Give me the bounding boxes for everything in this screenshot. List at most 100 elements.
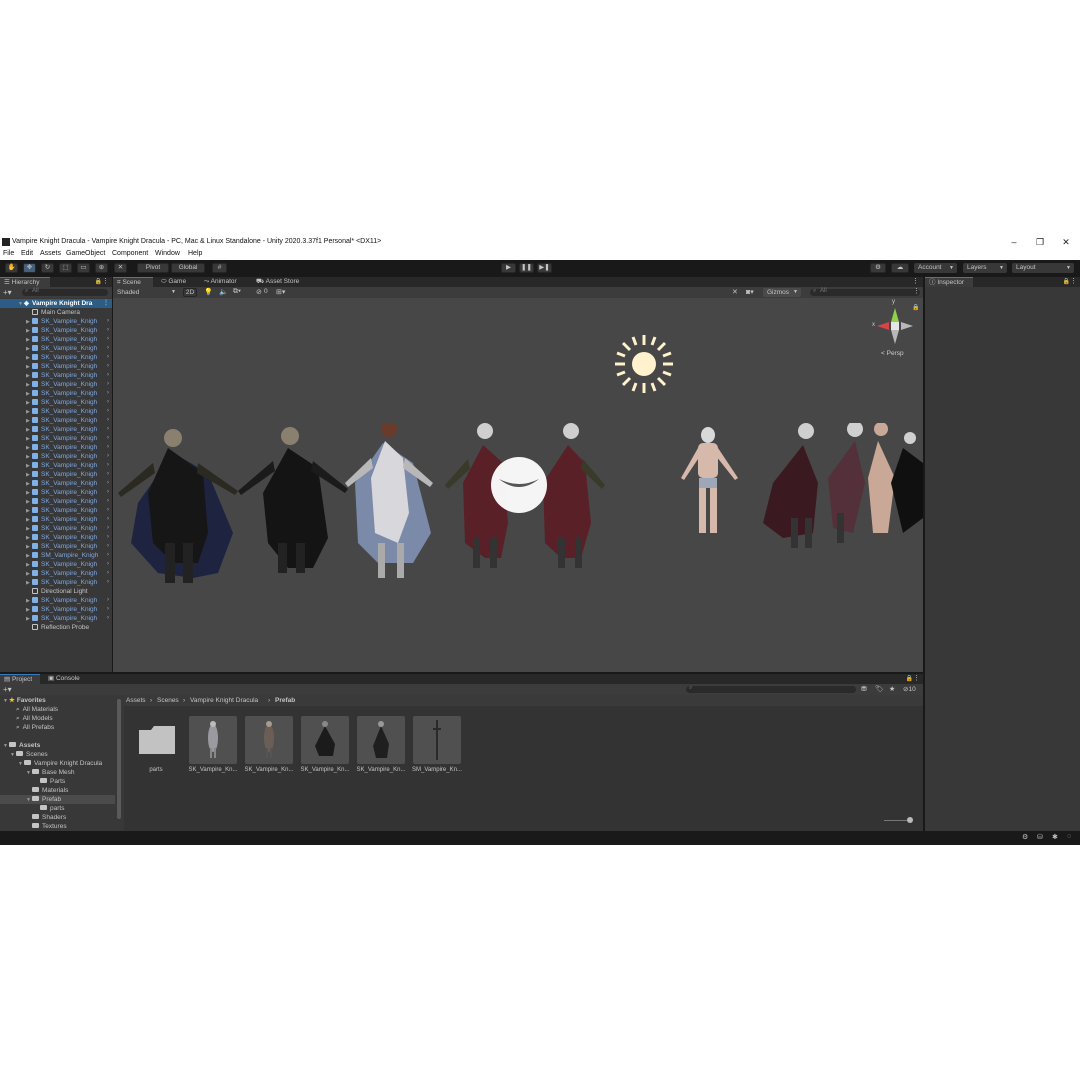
- hierarchy-search-input[interactable]: ⌕ All: [22, 288, 108, 296]
- hierarchy-item[interactable]: ▶ SK_Vampire_Knigh ›: [0, 614, 112, 623]
- hierarchy-item[interactable]: ▶ SK_Vampire_Knigh ›: [0, 560, 112, 569]
- chevron-right-icon[interactable]: ›: [107, 371, 109, 380]
- lock-icon[interactable]: 🔒: [912, 304, 919, 311]
- chevron-right-icon[interactable]: ›: [107, 533, 109, 542]
- chevron-right-icon[interactable]: ›: [107, 353, 109, 362]
- favorite-all-models[interactable]: ⌕ All Models: [16, 714, 53, 723]
- tab-project[interactable]: ▤ Project: [0, 674, 40, 684]
- rect-tool-icon[interactable]: ▭: [77, 263, 90, 273]
- hierarchy-item[interactable]: ▶ SK_Vampire_Knigh ›: [0, 353, 112, 362]
- shading-mode-dropdown[interactable]: Shaded ▼: [113, 288, 179, 297]
- layers-dropdown[interactable]: Layers ▼: [963, 263, 1007, 273]
- chevron-right-icon[interactable]: ›: [107, 326, 109, 335]
- more-menu-icon[interactable]: ⋮: [913, 287, 920, 295]
- scene-viewport[interactable]: y x 🔒 < Persp: [113, 298, 923, 672]
- chevron-right-icon[interactable]: ›: [107, 416, 109, 425]
- breadcrumb-assets[interactable]: Assets: [126, 697, 146, 704]
- chevron-right-icon[interactable]: ›: [107, 596, 109, 605]
- hierarchy-item[interactable]: ▶ SK_Vampire_Knigh ›: [0, 380, 112, 389]
- hierarchy-item[interactable]: ▶ SK_Vampire_Knigh ›: [0, 542, 112, 551]
- chevron-right-icon[interactable]: ›: [107, 578, 109, 587]
- chevron-right-icon[interactable]: ›: [107, 362, 109, 371]
- more-menu-icon[interactable]: ⋮: [103, 299, 109, 308]
- hierarchy-item[interactable]: ▶ SK_Vampire_Knigh ›: [0, 326, 112, 335]
- effects-dropdown-icon[interactable]: ⧉▾: [233, 288, 241, 296]
- services-icon[interactable]: ⚙: [870, 263, 886, 273]
- hidden-objects-icon[interactable]: ⊘: [256, 288, 262, 296]
- tree-folder-scenes[interactable]: ▼ Scenes: [10, 750, 48, 759]
- tree-scrollbar[interactable]: [117, 699, 121, 819]
- debug-icon[interactable]: ✱: [1052, 833, 1058, 841]
- menu-help[interactable]: Help: [188, 250, 202, 257]
- hierarchy-item[interactable]: ▶ SK_Vampire_Knigh ›: [0, 434, 112, 443]
- chevron-right-icon[interactable]: ›: [107, 488, 109, 497]
- play-button[interactable]: ▶: [501, 263, 516, 273]
- scale-tool-icon[interactable]: ⬚: [59, 263, 72, 273]
- breadcrumb-scenes[interactable]: Scenes: [157, 697, 179, 704]
- favorite-all-materials[interactable]: ⌕ All Materials: [16, 705, 58, 714]
- chevron-right-icon[interactable]: ›: [107, 569, 109, 578]
- favorites-header[interactable]: ▼★ Favorites: [3, 696, 46, 705]
- chevron-right-icon[interactable]: ›: [107, 380, 109, 389]
- close-button[interactable]: ✕: [1056, 236, 1076, 248]
- hierarchy-item[interactable]: ▶ SK_Vampire_Knigh ›: [0, 389, 112, 398]
- chevron-right-icon[interactable]: ›: [107, 443, 109, 452]
- search-by-type-icon[interactable]: ⛃: [861, 685, 867, 693]
- hierarchy-item[interactable]: ▶ SK_Vampire_Knigh ›: [0, 398, 112, 407]
- cache-server-icon[interactable]: ⛁: [1037, 833, 1043, 841]
- chevron-right-icon[interactable]: ›: [107, 407, 109, 416]
- hierarchy-item[interactable]: Reflection Probe: [0, 623, 112, 632]
- hierarchy-item[interactable]: ▶ SK_Vampire_Knigh ›: [0, 371, 112, 380]
- hierarchy-item[interactable]: ▶ SK_Vampire_Knigh ›: [0, 524, 112, 533]
- assets-header[interactable]: ▼ Assets: [3, 741, 40, 750]
- tree-folder-parts[interactable]: Parts: [40, 777, 65, 786]
- camera-settings-icon[interactable]: ◙▾: [746, 288, 754, 296]
- hierarchy-item[interactable]: ▶ SK_Vampire_Knigh ›: [0, 515, 112, 524]
- hierarchy-item[interactable]: ▶ SK_Vampire_Knigh ›: [0, 317, 112, 326]
- slider-handle[interactable]: [907, 817, 913, 823]
- chevron-right-icon[interactable]: ›: [107, 425, 109, 434]
- more-menu-icon[interactable]: ⋮: [912, 277, 919, 285]
- hierarchy-item[interactable]: ▶ SK_Vampire_Knigh ›: [0, 479, 112, 488]
- lighting-toggle-icon[interactable]: 💡: [204, 288, 213, 296]
- chevron-right-icon[interactable]: ›: [107, 470, 109, 479]
- directional-light-icon[interactable]: [613, 333, 675, 395]
- chevron-right-icon[interactable]: ›: [107, 542, 109, 551]
- hierarchy-item[interactable]: ▶ SK_Vampire_Knigh ›: [0, 578, 112, 587]
- chevron-right-icon[interactable]: ›: [107, 335, 109, 344]
- asset-item[interactable]: SK_Vampire_Kn...: [245, 716, 301, 786]
- breadcrumb-vampire-knight-dracula[interactable]: Vampire Knight Dracula: [190, 697, 258, 704]
- tab-asset-store[interactable]: ⛟ Asset Store: [252, 277, 303, 287]
- more-menu-icon[interactable]: ⋮: [1070, 277, 1077, 285]
- breadcrumb-prefab[interactable]: Prefab: [275, 697, 295, 704]
- hierarchy-item[interactable]: ▶ SK_Vampire_Knigh ›: [0, 497, 112, 506]
- chevron-right-icon[interactable]: ›: [107, 605, 109, 614]
- project-search-input[interactable]: ⌕: [686, 685, 856, 693]
- tab-scene[interactable]: ⌗ Scene: [113, 277, 153, 287]
- hierarchy-item[interactable]: ▶ SK_Vampire_Knigh ›: [0, 335, 112, 344]
- tree-folder-materials[interactable]: Materials: [32, 786, 68, 795]
- chevron-right-icon[interactable]: ›: [107, 398, 109, 407]
- hierarchy-item[interactable]: ▶ SK_Vampire_Knigh ›: [0, 407, 112, 416]
- chevron-right-icon[interactable]: ›: [107, 524, 109, 533]
- menu-file[interactable]: File: [3, 250, 14, 257]
- hierarchy-item[interactable]: ▶ SK_Vampire_Knigh ›: [0, 596, 112, 605]
- hierarchy-item[interactable]: ▶ SM_Vampire_Knigh ›: [0, 551, 112, 560]
- pivot-toggle[interactable]: Pivot: [137, 263, 169, 273]
- chevron-right-icon[interactable]: ›: [107, 497, 109, 506]
- tree-folder-base-mesh[interactable]: ▼ Base Mesh: [26, 768, 75, 777]
- rotate-tool-icon[interactable]: ↻: [41, 263, 54, 273]
- lock-icon[interactable]: 🔒: [95, 278, 102, 285]
- asset-item[interactable]: parts: [134, 716, 194, 786]
- hierarchy-item[interactable]: Directional Light: [0, 587, 112, 596]
- cloud-icon[interactable]: ☁: [891, 263, 909, 273]
- tree-folder-prefab[interactable]: ▼ Prefab: [0, 795, 115, 804]
- hierarchy-item[interactable]: ▶ SK_Vampire_Knigh ›: [0, 443, 112, 452]
- lock-icon[interactable]: 🔒: [1063, 278, 1070, 285]
- asset-item[interactable]: SM_Vampire_Kn...: [412, 716, 469, 786]
- tree-folder-shaders[interactable]: Shaders: [32, 813, 66, 822]
- favorites-star-icon[interactable]: ★: [889, 685, 895, 693]
- chevron-right-icon[interactable]: ›: [107, 560, 109, 569]
- restore-button[interactable]: ❐: [1030, 236, 1050, 248]
- chevron-right-icon[interactable]: ›: [107, 389, 109, 398]
